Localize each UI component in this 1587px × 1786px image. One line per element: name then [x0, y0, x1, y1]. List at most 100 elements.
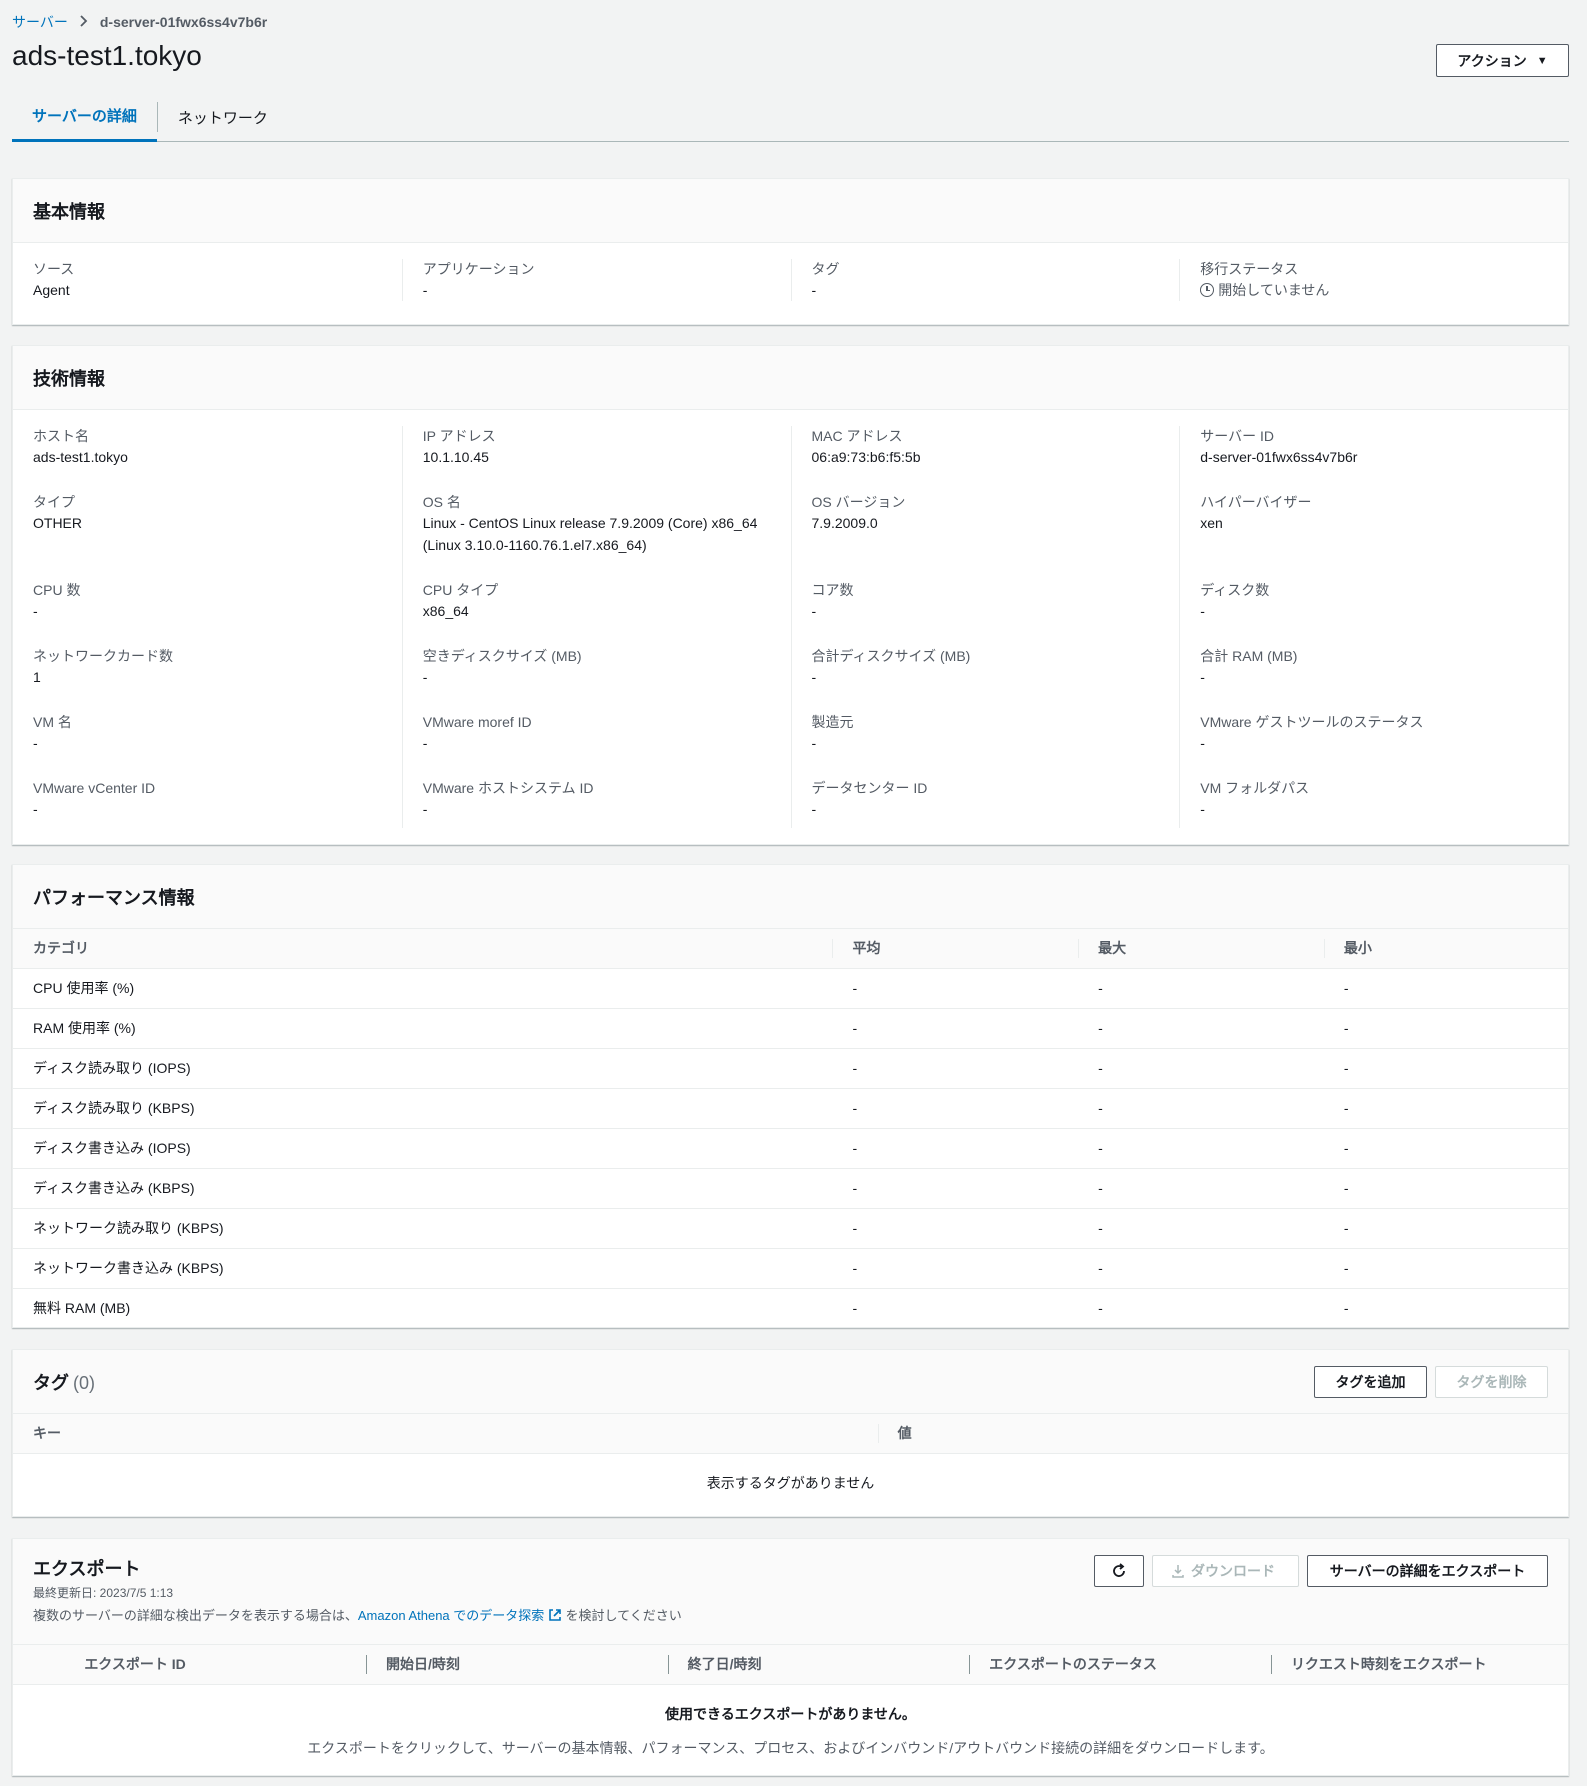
field-value: x86_64 — [422, 603, 469, 619]
column-header: 最小 — [1323, 929, 1568, 969]
table-row: ディスク書き込み (KBPS) - - - — [13, 1168, 1568, 1209]
field-value: Linux - CentOS Linux release 7.9.2009 (C… — [422, 515, 758, 553]
export-note: 複数のサーバーの詳細な検出データを表示する場合は、Amazon Athena で… — [33, 1605, 682, 1624]
metric-name: CPU 使用率 (%) — [13, 968, 833, 1009]
external-link-icon — [549, 1609, 561, 1621]
field-label: アプリケーション — [422, 261, 535, 277]
tech-field: 製造元 - — [790, 712, 1180, 778]
column-header: 開始日/時刻 — [365, 1645, 668, 1685]
metric-value: - — [832, 1088, 1079, 1129]
export-server-details-button[interactable]: サーバーの詳細をエクスポート — [1307, 1555, 1548, 1587]
field-label: VMware ホストシステム ID — [422, 780, 594, 796]
select-column-header — [13, 1645, 65, 1685]
field-value: 1 — [33, 669, 41, 685]
performance-header: パフォーマンス情報 — [13, 865, 1568, 929]
tab-network[interactable]: ネットワーク — [158, 92, 288, 142]
field-value: - — [811, 801, 817, 817]
field-value: Agent — [33, 282, 70, 298]
tech-field: ハイパーバイザー xen — [1179, 492, 1568, 580]
performance-panel: パフォーマンス情報 カテゴリ 平均 最大 最小 CPU 使用率 (%) - - - RA… — [12, 864, 1569, 1328]
field-label: MAC アドレス — [811, 428, 903, 444]
metric-value: - — [832, 1248, 1079, 1289]
metric-value: - — [1323, 1048, 1568, 1089]
field-label: ソース — [33, 261, 75, 277]
field-application: アプリケーション - — [401, 259, 791, 301]
last-updated: 最終更新日: 2023/7/5 1:13 — [33, 1586, 174, 1600]
tab-server-details[interactable]: サーバーの詳細 — [12, 92, 157, 142]
table-row: ネットワーク読み取り (KBPS) - - - — [13, 1208, 1568, 1249]
basic-info-grid: ソース Agent アプリケーション - タグ - 移行ステータス 開始していま… — [13, 243, 1568, 301]
metric-value: - — [1078, 1208, 1324, 1249]
metric-name: ディスク書き込み (KBPS) — [13, 1168, 833, 1209]
field-label: 移行ステータス — [1200, 261, 1299, 277]
metric-value: - — [832, 1048, 1079, 1089]
tech-field: ホスト名 ads-test1.tokyo — [13, 426, 402, 492]
field-tags: タグ - — [790, 259, 1180, 301]
metric-name: RAM 使用率 (%) — [13, 1008, 833, 1049]
column-header: カテゴリ — [13, 929, 833, 969]
table-row: ディスク読み取り (KBPS) - - - — [13, 1088, 1568, 1129]
field-value: - — [811, 603, 817, 619]
field-label: CPU タイプ — [422, 582, 499, 598]
migration-status: 開始していません — [1200, 279, 1548, 301]
refresh-button[interactable] — [1094, 1555, 1144, 1587]
column-header: エクスポート ID — [64, 1645, 366, 1685]
field-value: d-server-01fwx6ss4v7b6r — [1200, 449, 1358, 465]
export-note-prefix: 複数のサーバーの詳細な検出データを表示する場合は、 — [33, 1608, 358, 1623]
tech-info-grid: ホスト名 ads-test1.tokyo IP アドレス 10.1.10.45 MAC … — [13, 410, 1568, 828]
tech-field: コア数 - — [790, 580, 1180, 646]
field-label: ホスト名 — [33, 428, 89, 444]
download-button[interactable]: ダウンロード — [1152, 1555, 1299, 1587]
field-value: - — [33, 603, 38, 619]
metric-value: - — [1323, 1168, 1568, 1209]
performance-title: パフォーマンス情報 — [33, 887, 195, 908]
field-value: - — [1200, 735, 1205, 751]
field-value: - — [422, 801, 428, 817]
tech-field: 空きディスクサイズ (MB) - — [401, 646, 791, 712]
refresh-icon — [1113, 1563, 1125, 1577]
tech-field: タイプ OTHER — [13, 492, 402, 580]
field-value: 06:a9:73:b6:f5:5b — [811, 449, 921, 465]
metric-value: - — [832, 968, 1079, 1009]
field-label: VMware vCenter ID — [33, 780, 156, 796]
export-header-text: エクスポート 最終更新日: 2023/7/5 1:13 複数のサーバーの詳細な検… — [33, 1555, 682, 1624]
field-value: OTHER — [33, 515, 82, 531]
table-row: 無料 RAM (MB) - - - — [13, 1288, 1568, 1328]
tags-header: タグ (0) タグを追加 タグを削除 — [13, 1350, 1568, 1414]
add-tag-button[interactable]: タグを追加 — [1314, 1365, 1427, 1398]
field-value: - — [1200, 801, 1205, 817]
field-value: - — [422, 282, 428, 298]
breadcrumb-servers-link[interactable]: サーバー — [12, 12, 68, 32]
field-label: サーバー ID — [1200, 428, 1274, 444]
tech-field: VMware vCenter ID - — [13, 778, 402, 828]
migration-status-text: 開始していません — [1218, 282, 1330, 298]
tech-field: VM 名 - — [13, 712, 402, 778]
export-title: エクスポート — [33, 1559, 141, 1579]
field-label: コア数 — [811, 582, 854, 598]
athena-link[interactable]: Amazon Athena でのデータ探索 — [358, 1608, 544, 1623]
metric-value: - — [832, 1208, 1079, 1249]
tags-title: タグ (0) — [33, 1369, 95, 1395]
tech-field: OS バージョン 7.9.2009.0 — [790, 492, 1180, 580]
metric-value: - — [1078, 1168, 1324, 1209]
field-value: - — [811, 282, 817, 298]
field-label: 合計ディスクサイズ (MB) — [811, 648, 971, 664]
field-label: ディスク数 — [1200, 582, 1270, 598]
metric-value: - — [1343, 1300, 1349, 1317]
chevron-right-icon — [80, 14, 88, 30]
export-table: エクスポート ID 開始日/時刻 終了日/時刻 エクスポートのステータス リクエ… — [13, 1645, 1568, 1685]
metric-value: - — [1323, 1248, 1568, 1289]
field-value: 7.9.2009.0 — [811, 515, 878, 531]
column-header: 平均 — [832, 929, 1079, 969]
actions-dropdown-button[interactable]: アクション ▼ — [1436, 44, 1569, 77]
metric-value: - — [832, 1168, 1079, 1209]
table-row: ネットワーク書き込み (KBPS) - - - — [13, 1248, 1568, 1289]
metric-value: - — [832, 1128, 1079, 1169]
field-label: ハイパーバイザー — [1200, 494, 1312, 510]
metric-name: ディスク読み取り (IOPS) — [13, 1048, 833, 1089]
field-value: ads-test1.tokyo — [33, 449, 128, 465]
field-label: CPU 数 — [33, 582, 81, 598]
field-label: ネットワークカード数 — [33, 648, 173, 664]
tags-count: (0) — [73, 1372, 95, 1393]
remove-tag-button[interactable]: タグを削除 — [1435, 1365, 1548, 1398]
